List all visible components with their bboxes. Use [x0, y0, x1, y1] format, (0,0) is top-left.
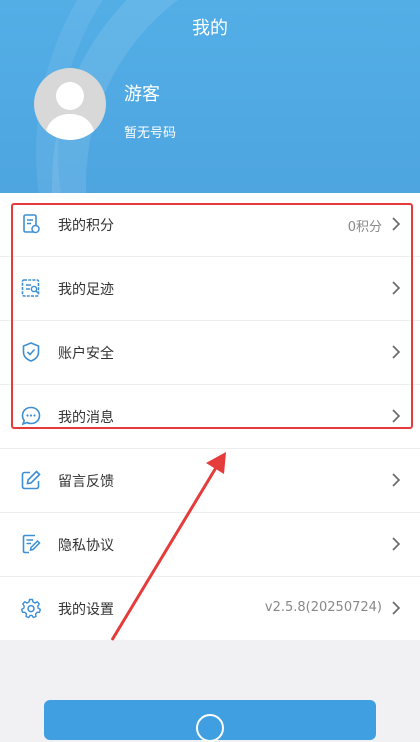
- shield-check-icon: [22, 342, 40, 362]
- chevron-right-icon: [392, 409, 401, 423]
- menu-item-feedback[interactable]: 留言反馈: [0, 449, 420, 513]
- menu-item-messages[interactable]: 我的消息: [0, 385, 420, 449]
- menu-item-label: 隐私协议: [58, 538, 114, 554]
- user-name[interactable]: 游客: [124, 80, 160, 106]
- menu-item-points[interactable]: 我的积分 0积分: [0, 193, 420, 257]
- menu-item-label: 我的足迹: [58, 282, 114, 298]
- gear-icon: [21, 598, 41, 619]
- chevron-right-icon: [392, 345, 401, 359]
- user-phone: 暂无号码: [124, 126, 177, 141]
- default-avatar-icon: [44, 82, 96, 140]
- message-bubble-icon: [21, 406, 41, 426]
- points-value: 0积分: [347, 220, 382, 235]
- chevron-right-icon: [392, 601, 401, 615]
- menu-item-label: 留言反馈: [58, 474, 114, 490]
- menu-item-footprint[interactable]: 我的足迹: [0, 257, 420, 321]
- menu-item-label: 账户安全: [58, 346, 114, 362]
- profile-header: 我的 游客 暂无号码: [0, 0, 420, 193]
- power-icon: [196, 714, 224, 742]
- chevron-right-icon: [392, 281, 401, 295]
- avatar[interactable]: [34, 68, 106, 140]
- menu-item-account-security[interactable]: 账户安全: [0, 321, 420, 385]
- bottom-action-button[interactable]: [44, 700, 376, 742]
- chevron-right-icon: [392, 473, 401, 487]
- menu-item-label: 我的积分: [58, 218, 114, 234]
- menu-item-label: 我的消息: [58, 410, 114, 426]
- menu-item-label: 我的设置: [58, 602, 114, 618]
- edit-pen-icon: [21, 470, 41, 490]
- page-title: 我的: [192, 18, 228, 39]
- privacy-doc-icon: [22, 534, 41, 554]
- points-doc-icon: [23, 214, 40, 234]
- chevron-right-icon: [392, 537, 401, 551]
- menu-item-privacy[interactable]: 隐私协议: [0, 513, 420, 577]
- version-value: v2.5.8(20250724): [264, 600, 382, 615]
- menu-item-settings[interactable]: 我的设置 v2.5.8(20250724): [0, 577, 420, 640]
- footprint-list-icon: [21, 279, 40, 297]
- chevron-right-icon: [392, 217, 401, 231]
- menu-list: 我的积分 0积分 我的足迹 账户安全 我的消息 留言反馈 隐私协议 我的设置 v…: [0, 193, 420, 640]
